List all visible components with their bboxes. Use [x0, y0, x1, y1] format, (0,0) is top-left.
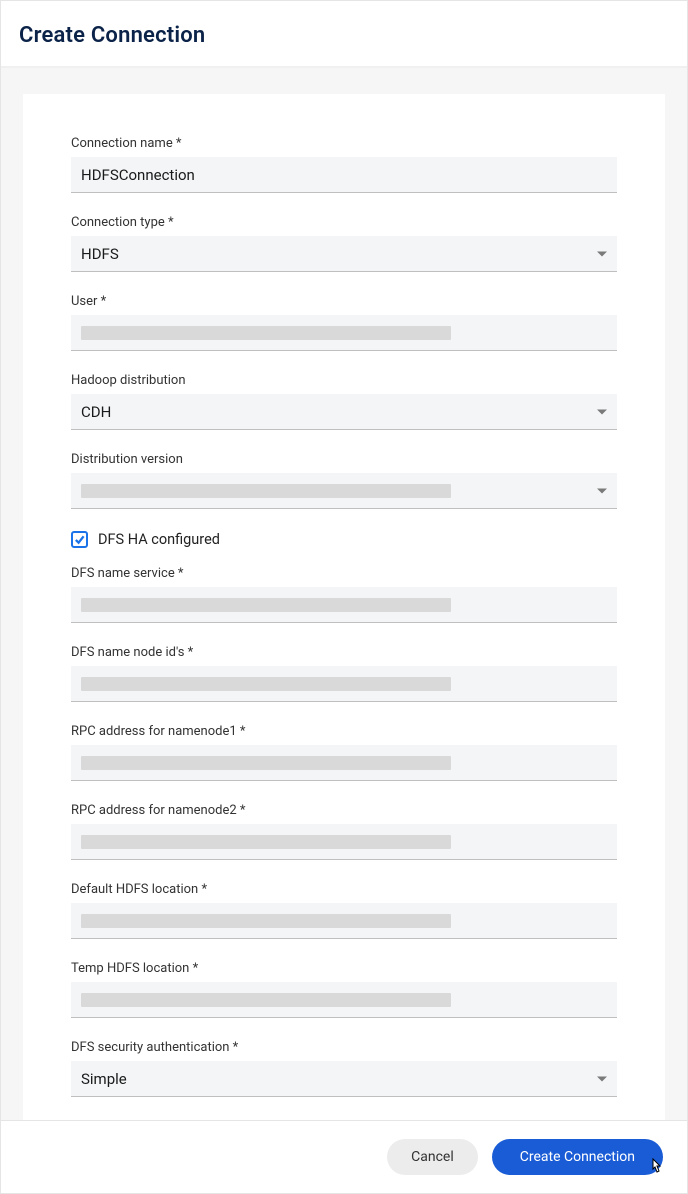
- value-rpc-namenode2-redacted: [81, 835, 451, 849]
- value-connection-name: HDFSConnection: [81, 166, 195, 184]
- create-connection-button[interactable]: Create Connection: [492, 1139, 663, 1175]
- input-default-hdfs-location[interactable]: [71, 903, 617, 939]
- label-hadoop-distribution: Hadoop distribution: [71, 373, 617, 388]
- label-rpc-namenode1: RPC address for namenode1 *: [71, 724, 617, 739]
- value-connection-type: HDFS: [81, 245, 119, 263]
- field-connection-name: Connection name * HDFSConnection: [71, 136, 617, 193]
- label-dfs-ha: DFS HA configured: [98, 531, 220, 548]
- input-rpc-namenode1[interactable]: [71, 745, 617, 781]
- create-connection-dialog: Create Connection Connection name * HDFS…: [0, 0, 688, 1194]
- value-hadoop-distribution: CDH: [81, 403, 111, 421]
- dialog-body: Connection name * HDFSConnection Connect…: [1, 68, 687, 1120]
- value-distribution-version-redacted: [81, 484, 451, 498]
- label-dfs-name-node-ids: DFS name node id's *: [71, 645, 617, 660]
- value-default-hdfs-location-redacted: [81, 914, 451, 928]
- field-distribution-version: Distribution version: [71, 452, 617, 509]
- input-connection-name[interactable]: HDFSConnection: [71, 157, 617, 193]
- field-dfs-ha: DFS HA configured: [71, 531, 617, 548]
- input-temp-hdfs-location[interactable]: [71, 982, 617, 1018]
- checkbox-dfs-ha[interactable]: [71, 531, 88, 548]
- chevron-down-icon: [597, 488, 607, 493]
- value-rpc-namenode1-redacted: [81, 756, 451, 770]
- form-card: Connection name * HDFSConnection Connect…: [23, 94, 665, 1120]
- field-dfs-name-node-ids: DFS name node id's *: [71, 645, 617, 702]
- value-dfs-name-service-redacted: [81, 598, 451, 612]
- label-dfs-name-service: DFS name service *: [71, 566, 617, 581]
- label-dfs-security-auth: DFS security authentication *: [71, 1040, 617, 1055]
- field-rpc-namenode2: RPC address for namenode2 *: [71, 803, 617, 860]
- field-rpc-namenode1: RPC address for namenode1 *: [71, 724, 617, 781]
- label-connection-type: Connection type *: [71, 215, 617, 230]
- dialog-footer: Cancel Create Connection: [1, 1120, 687, 1193]
- label-user: User *: [71, 294, 617, 309]
- label-temp-hdfs-location: Temp HDFS location *: [71, 961, 617, 976]
- dialog-title: Create Connection: [19, 23, 669, 48]
- field-temp-hdfs-location: Temp HDFS location *: [71, 961, 617, 1018]
- select-dfs-security-auth[interactable]: Simple: [71, 1061, 617, 1097]
- value-dfs-name-node-ids-redacted: [81, 677, 451, 691]
- field-default-hdfs-location: Default HDFS location *: [71, 882, 617, 939]
- input-dfs-name-service[interactable]: [71, 587, 617, 623]
- check-icon: [74, 534, 85, 545]
- field-user: User *: [71, 294, 617, 351]
- dialog-header: Create Connection: [1, 1, 687, 68]
- select-distribution-version[interactable]: [71, 473, 617, 509]
- cursor-pointer-icon: [647, 1157, 667, 1179]
- value-temp-hdfs-location-redacted: [81, 993, 451, 1007]
- input-user[interactable]: [71, 315, 617, 351]
- select-connection-type[interactable]: HDFS: [71, 236, 617, 272]
- field-dfs-security-auth: DFS security authentication * Simple: [71, 1040, 617, 1097]
- label-rpc-namenode2: RPC address for namenode2 *: [71, 803, 617, 818]
- cancel-button[interactable]: Cancel: [387, 1139, 478, 1175]
- input-rpc-namenode2[interactable]: [71, 824, 617, 860]
- select-hadoop-distribution[interactable]: CDH: [71, 394, 617, 430]
- value-user-redacted: [81, 326, 451, 340]
- field-dfs-name-service: DFS name service *: [71, 566, 617, 623]
- chevron-down-icon: [597, 409, 607, 414]
- label-default-hdfs-location: Default HDFS location *: [71, 882, 617, 897]
- field-connection-type: Connection type * HDFS: [71, 215, 617, 272]
- label-connection-name: Connection name *: [71, 136, 617, 151]
- input-dfs-name-node-ids[interactable]: [71, 666, 617, 702]
- chevron-down-icon: [597, 1076, 607, 1081]
- field-hadoop-distribution: Hadoop distribution CDH: [71, 373, 617, 430]
- label-distribution-version: Distribution version: [71, 452, 617, 467]
- value-dfs-security-auth: Simple: [81, 1070, 127, 1088]
- chevron-down-icon: [597, 251, 607, 256]
